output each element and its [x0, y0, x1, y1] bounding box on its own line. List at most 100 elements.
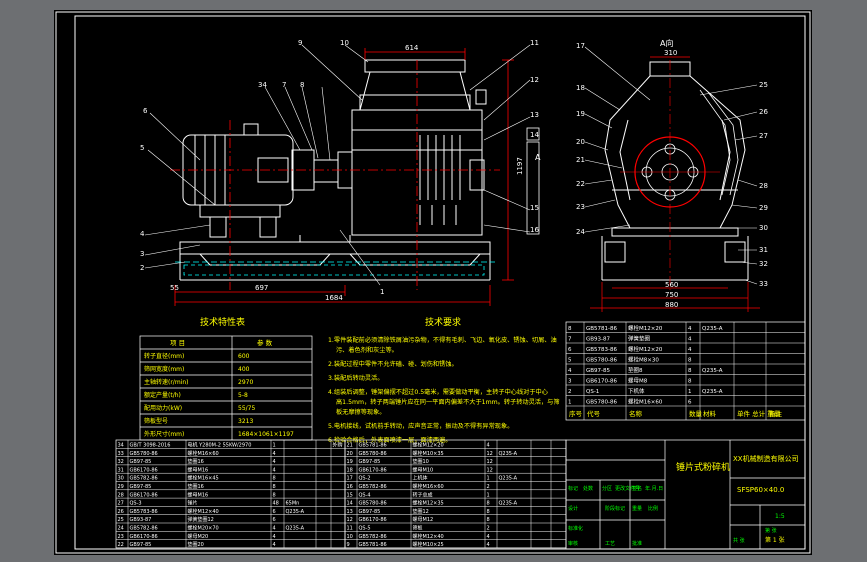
- parts-mid-cell: 4: [487, 534, 490, 540]
- parts-right-cell: 弹簧垫圈: [628, 335, 651, 343]
- parts-mid-cell: GB5782-86: [359, 484, 387, 490]
- parts-mid-cell: GB5782-86: [359, 534, 387, 540]
- parts-left-cell: 电机 Y280M-2 55KW/2970: [188, 442, 252, 449]
- parts-left-cell: 65Mn: [286, 501, 300, 507]
- side-view-title: A向: [660, 38, 673, 48]
- parts-mid-cell: 12: [487, 467, 493, 473]
- parts-left-cell: 螺栓M12×40: [188, 508, 219, 515]
- parts-left-cell: 22: [118, 542, 124, 548]
- title-block-label: 共 张: [733, 537, 745, 544]
- parts-left-cell: 26: [118, 509, 124, 515]
- tech-req-title: 技术要求: [425, 316, 461, 328]
- parts-left-cell: QS-3: [130, 501, 142, 507]
- parts-right-cell: 4: [688, 347, 692, 353]
- parts-right-cell: 7: [568, 337, 572, 343]
- parts-mid-cell: 19: [347, 459, 353, 465]
- parts-mid-cell: 12: [487, 459, 493, 465]
- parts-mid-cell: 16: [347, 484, 353, 490]
- cad-drawing-viewport: 614 697 1684 55 1197 A 4 3 2 5 6 34 7 8 …: [54, 10, 812, 555]
- parts-right-cell: GB93-87: [586, 337, 611, 343]
- parts-mid-cell: GB6170-86: [359, 467, 387, 473]
- parts-right-cell: 8: [688, 379, 692, 385]
- company-name: XX机械制造有限公司: [733, 454, 799, 463]
- parts-left-cell: 8: [273, 492, 276, 498]
- callout-26: 26: [759, 108, 768, 116]
- callout-22: 22: [576, 180, 585, 188]
- parts-right-cell: 3: [568, 379, 572, 385]
- parts-right-header: 代号: [587, 409, 601, 418]
- parts-right-cell: Q235-A: [702, 389, 723, 395]
- parts-left-cell: GB97-85: [130, 459, 152, 465]
- parts-left-cell: 螺母M16: [188, 491, 209, 498]
- parts-mid-cell: 8: [487, 509, 490, 515]
- parts-right-cell: 下机体: [628, 387, 645, 395]
- callout-28: 28: [759, 182, 768, 190]
- parts-mid-cell: Q235-A: [499, 501, 518, 507]
- parts-left-cell: GB6170-86: [130, 534, 158, 540]
- parts-left-cell: 1: [273, 443, 276, 449]
- drawing-scale: 1:5: [775, 513, 785, 520]
- parts-mid-cell: 13: [347, 509, 353, 515]
- title-block-label: 设计: [568, 505, 578, 512]
- parts-right-cell: 2: [568, 389, 572, 395]
- perf-row-value: 3213: [238, 418, 253, 425]
- parts-mid-cell: 21: [347, 443, 353, 449]
- parts-right-cell: 4: [688, 337, 692, 343]
- parts-left-cell: 螺母M16: [188, 466, 209, 473]
- parts-right-header: 备注: [769, 409, 783, 418]
- parts-left-cell: 4: [273, 526, 276, 532]
- parts-left-cell: 8: [273, 476, 276, 482]
- perf-header-item: 项 目: [170, 339, 185, 347]
- parts-mid-cell: 20: [347, 451, 353, 457]
- title-block-label: 第 张: [765, 527, 777, 534]
- parts-right-cell: 1: [568, 400, 572, 406]
- parts-right-cell: 螺栓M8×30: [628, 356, 659, 364]
- callout-17: 17: [576, 42, 585, 50]
- parts-mid-cell: 12: [347, 517, 353, 523]
- parts-mid-cell: QS-2: [359, 476, 371, 482]
- title-block-label: 处数: [583, 485, 593, 492]
- callout-12: 12: [530, 76, 539, 84]
- callout-27: 27: [759, 132, 768, 140]
- perf-row-value: 400: [238, 366, 250, 373]
- title-block-label: 标准化: [568, 525, 583, 532]
- perf-row-label: 外形尺寸(mm): [144, 430, 184, 438]
- parts-left-cell: 28: [118, 492, 124, 498]
- parts-left-cell: 垫圈20: [188, 541, 204, 548]
- callout-10: 10: [340, 39, 349, 47]
- callout-30: 30: [759, 224, 768, 232]
- parts-left-cell: 6: [273, 517, 276, 523]
- parts-mid-cell: Q235-A: [499, 451, 518, 457]
- parts-left-cell: GB5782-86: [130, 476, 158, 482]
- callout-1: 1: [380, 288, 384, 296]
- front-dim-top: 614: [405, 44, 419, 52]
- callout-24: 24: [576, 228, 585, 236]
- parts-right-cell: 垫圈8: [628, 366, 643, 374]
- parts-left-cell: GB6170-86: [130, 492, 158, 498]
- title-block-label: 标记: [568, 485, 578, 492]
- title-block-label: 重量: [632, 505, 642, 512]
- parts-left-cell: 4: [273, 534, 276, 540]
- front-dim-bottom-total: 1684: [325, 294, 343, 302]
- parts-mid-cell: 转子总成: [413, 491, 433, 498]
- parts-mid-cell: 螺栓M16×60: [413, 483, 444, 490]
- callout-20: 20: [576, 138, 585, 146]
- parts-right-cell: GB6170-86: [586, 379, 618, 385]
- parts-left-cell: 25: [118, 517, 124, 523]
- parts-left-cell: 螺栓M16×45: [188, 475, 219, 482]
- parts-left-cell: 螺栓M16×60: [188, 450, 219, 457]
- parts-left-cell: 垫圈16: [188, 483, 204, 490]
- parts-mid-cell: 上机体: [413, 475, 428, 482]
- parts-left-cell: 31: [118, 467, 124, 473]
- callout-33: 33: [759, 280, 768, 288]
- parts-left-cell: 33: [118, 451, 124, 457]
- drawing-number: SFSP60×40.0: [737, 486, 784, 494]
- parts-left-cell: GB6170-86: [130, 467, 158, 473]
- parts-mid-cell: 14: [347, 501, 353, 507]
- parts-mid-cell: 1: [487, 476, 490, 482]
- parts-right-header: 数量: [689, 409, 703, 418]
- tech-req-item: 5.电机接线，试机前手转动，应声音正常，振动及不得有异常现象。: [328, 422, 513, 430]
- callout-3: 3: [140, 250, 144, 258]
- side-dim-bottom-2: 750: [665, 291, 678, 299]
- parts-mid-cell: 15: [347, 492, 353, 498]
